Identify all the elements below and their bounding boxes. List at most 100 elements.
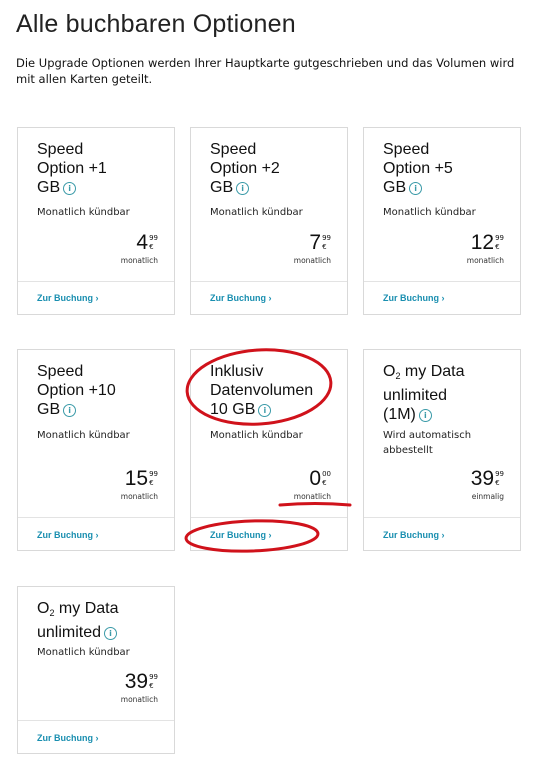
price-sup: 00 €: [322, 468, 331, 488]
card-divider: [18, 720, 174, 721]
card-subtitle: Monatlich kündbar: [210, 430, 303, 441]
card-title-line3: (1M): [383, 406, 416, 423]
option-card-o2-unlimited: O2 my Data unlimited i Monatlich kündbar …: [17, 586, 175, 754]
card-title-line3: GB: [37, 401, 61, 418]
card-title-line3: 10 GB: [210, 401, 256, 418]
option-card-speed-2gb: Speed Option +2 GB i Monatlich kündbar 79…: [190, 127, 348, 315]
book-button[interactable]: Zur Buchung ›: [383, 530, 445, 540]
book-button[interactable]: Zur Buchung ›: [37, 293, 99, 303]
price-sup: 99 €: [495, 232, 504, 252]
card-title-line2: Option +2: [210, 160, 280, 177]
card-divider: [364, 281, 520, 282]
card-title-line1: Speed: [210, 141, 257, 158]
price-currency: €: [322, 479, 327, 487]
info-icon[interactable]: i: [63, 404, 77, 417]
card-subtitle: Monatlich kündbar: [37, 430, 130, 441]
card-title-line1: Speed: [37, 363, 84, 380]
price-main: 39: [470, 467, 495, 490]
info-icon[interactable]: i: [418, 409, 432, 422]
price-main: 12: [470, 231, 495, 254]
price-currency: €: [322, 243, 327, 251]
card-subtitle: Monatlich kündbar: [383, 207, 476, 218]
price-currency: €: [149, 479, 154, 487]
card-divider: [191, 517, 347, 518]
price-block: 499 € monatlich: [120, 231, 158, 266]
card-title: Speed Option +10 GB i: [37, 362, 167, 419]
card-title: O2 my Data unlimited (1M) i: [383, 362, 513, 424]
brand-o: O: [37, 600, 50, 617]
page-title: Alle buchbaren Optionen: [16, 10, 296, 38]
option-card-o2-unlimited-1m: O2 my Data unlimited (1M) i Wird automati…: [363, 349, 521, 551]
book-button[interactable]: Zur Buchung ›: [210, 530, 272, 540]
price-cents: 99: [322, 234, 331, 242]
card-title: O2 my Data unlimited i: [37, 599, 167, 642]
card-divider: [18, 281, 174, 282]
card-title: Speed Option +2 GB i: [210, 140, 340, 197]
card-title-line2: Datenvolumen: [210, 382, 314, 399]
price-sup: 99 €: [495, 468, 504, 488]
price-note: monatlich: [466, 256, 504, 265]
card-title: Inklusiv Datenvolumen 10 GB i: [210, 362, 340, 419]
price-block: 000 € monatlich: [293, 467, 331, 502]
price-cents: 00: [322, 470, 331, 478]
price-block: 3999 € monatlich: [120, 670, 158, 705]
price-block: 1599 € monatlich: [120, 467, 158, 502]
info-icon[interactable]: i: [409, 182, 423, 195]
price-cents: 99: [495, 234, 504, 242]
card-title-line2: unlimited: [383, 387, 448, 404]
info-icon[interactable]: i: [63, 182, 77, 195]
book-button[interactable]: Zur Buchung ›: [210, 293, 272, 303]
card-divider: [18, 517, 174, 518]
card-subtitle: Monatlich kündbar: [37, 647, 130, 658]
price-note: monatlich: [293, 492, 331, 501]
price-block: 799 € monatlich: [293, 231, 331, 266]
price-currency: €: [495, 479, 500, 487]
price-note: monatlich: [120, 256, 158, 265]
card-title: Speed Option +5 GB i: [383, 140, 513, 197]
book-button[interactable]: Zur Buchung ›: [383, 293, 445, 303]
price-sup: 99 €: [149, 232, 158, 252]
card-subtitle: Wird automatisch abbestellt: [383, 430, 472, 456]
card-divider: [364, 517, 520, 518]
card-subtitle: Monatlich kündbar: [37, 207, 130, 218]
card-title-line2: Option +1: [37, 160, 107, 177]
card-title-line3: GB: [210, 179, 234, 196]
price-main: 39: [124, 670, 149, 693]
price-main: 0: [309, 467, 322, 490]
price-main: 7: [309, 231, 322, 254]
price-note: monatlich: [120, 492, 158, 501]
book-button[interactable]: Zur Buchung ›: [37, 733, 99, 743]
price-currency: €: [149, 682, 154, 690]
page-intro: Die Upgrade Optionen werden Ihrer Hauptk…: [16, 56, 515, 86]
price-sup: 99 €: [149, 671, 158, 691]
info-icon[interactable]: i: [258, 404, 272, 417]
price-cents: 99: [149, 673, 158, 681]
card-divider: [191, 281, 347, 282]
info-icon[interactable]: i: [104, 627, 118, 640]
card-title-line2: unlimited: [37, 624, 102, 641]
price-currency: €: [495, 243, 500, 251]
option-card-speed-5gb: Speed Option +5 GB i Monatlich kündbar 12…: [363, 127, 521, 315]
price-note: einmalig: [471, 492, 504, 501]
option-card-inklusiv-10gb: Inklusiv Datenvolumen 10 GB i Monatlich k…: [190, 349, 348, 551]
price-block: 3999 € einmalig: [470, 467, 504, 502]
price-main: 4: [136, 231, 149, 254]
price-sup: 99 €: [322, 232, 331, 252]
option-card-speed-10gb: Speed Option +10 GB i Monatlich kündbar 1…: [17, 349, 175, 551]
price-cents: 99: [149, 234, 158, 242]
card-title-line1: my Data: [54, 600, 119, 617]
price-note: monatlich: [120, 695, 158, 704]
price-sup: 99 €: [149, 468, 158, 488]
card-title-line3: GB: [37, 179, 61, 196]
price-main: 15: [124, 467, 149, 490]
book-button[interactable]: Zur Buchung ›: [37, 530, 99, 540]
price-note: monatlich: [293, 256, 331, 265]
price-currency: €: [149, 243, 154, 251]
option-card-speed-1gb: Speed Option +1 GB i Monatlich kündbar 49…: [17, 127, 175, 315]
info-icon[interactable]: i: [236, 182, 250, 195]
price-block: 1299 € monatlich: [466, 231, 504, 266]
card-title: Speed Option +1 GB i: [37, 140, 167, 197]
card-title-line1: Speed: [37, 141, 84, 158]
card-subtitle: Monatlich kündbar: [210, 207, 303, 218]
card-title-line2: Option +10: [37, 382, 116, 399]
